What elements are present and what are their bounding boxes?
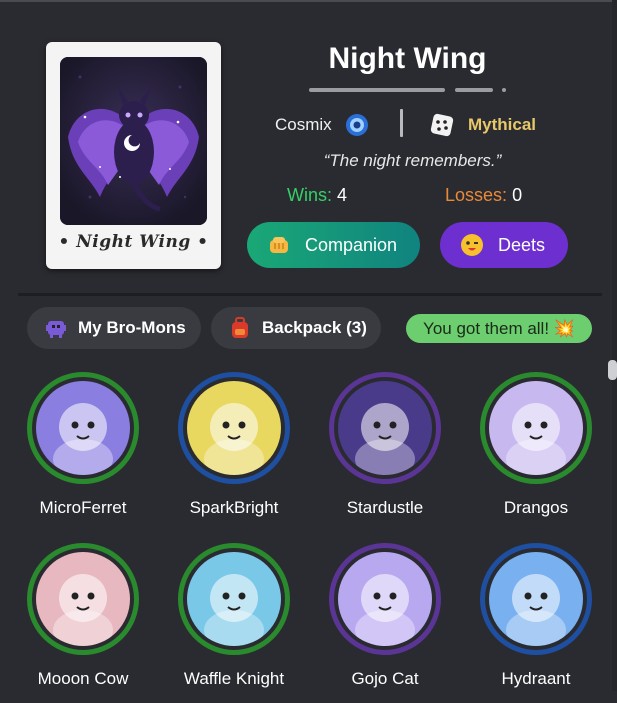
bro-mon-avatar [36, 381, 130, 475]
window-top-border [0, 0, 617, 2]
bro-mon-avatar [36, 552, 130, 646]
bro-mon-name: SparkBright [189, 498, 279, 517]
bro-mon-avatar-ring[interactable] [329, 543, 441, 655]
wins-label: Wins: [287, 185, 332, 205]
bro-mon-name: Waffle Knight [183, 669, 285, 688]
companion-button-label: Companion [305, 234, 398, 255]
bro-mon-name: Drangos [503, 498, 569, 517]
bro-mon-waffle-knight[interactable]: Waffle Knight [164, 543, 314, 703]
fist-icon [267, 233, 291, 257]
bro-mon-avatar-ring[interactable] [480, 372, 592, 484]
creator-gem-icon [344, 112, 370, 138]
section-divider [18, 293, 602, 296]
bro-mon-avatar [338, 552, 432, 646]
bro-mon-gojo-cat[interactable]: Gojo Cat [315, 543, 465, 703]
bro-mon-avatar-ring[interactable] [27, 543, 139, 655]
rarity-label: Mythical [468, 115, 537, 134]
creator-name: Cosmix [275, 115, 332, 134]
backpack-icon [228, 316, 252, 340]
wins-stat: Wins: 4 [287, 185, 347, 206]
bro-mon-avatar-ring[interactable] [178, 372, 290, 484]
monster-quote: “The night remembers.” [323, 151, 502, 170]
meta-divider [400, 109, 403, 137]
bro-mon-stardustle[interactable]: Stardustle [315, 372, 465, 532]
bro-mon-hydraant[interactable]: Hydraant [466, 543, 616, 703]
page-title: Night Wing [328, 42, 487, 75]
tab-backpack[interactable]: Backpack (3) [211, 307, 381, 349]
bro-mon-avatar-ring[interactable] [27, 372, 139, 484]
losses-label: Losses: [445, 185, 508, 205]
bro-mon-avatar-ring[interactable] [480, 543, 592, 655]
companion-button[interactable]: Companion [247, 222, 420, 268]
bro-mon-avatar-ring[interactable] [329, 372, 441, 484]
alien-monster-icon [44, 316, 68, 340]
bro-mon-name: Hydraant [501, 669, 571, 688]
card-name-label: • Night Wing • [58, 232, 209, 252]
deets-button[interactable]: Deets [440, 222, 568, 268]
tab-backpack-label: Backpack (3) [262, 318, 367, 337]
bro-mon-sparkbright[interactable]: SparkBright [164, 372, 314, 532]
bro-mon-avatar [489, 552, 583, 646]
bro-mon-drangos[interactable]: Drangos [466, 372, 616, 532]
collection-complete-badge: You got them all! 💥 [406, 314, 592, 343]
winking-face-icon [460, 233, 484, 257]
monster-card-art [60, 57, 207, 225]
bro-mon-avatar [187, 552, 281, 646]
bro-mon-name: Stardustle [346, 498, 424, 517]
losses-stat: Losses: 0 [445, 185, 522, 206]
tab-my-bro-mons-label: My Bro-Mons [78, 318, 186, 337]
monster-card[interactable]: • Night Wing • [46, 42, 221, 269]
tab-my-bro-mons[interactable]: My Bro-Mons [27, 307, 201, 349]
title-underline [309, 88, 509, 94]
rarity-row: Mythical [430, 110, 536, 140]
losses-value: 0 [512, 185, 523, 205]
bro-mon-name: Gojo Cat [351, 669, 419, 688]
wins-value: 4 [337, 185, 348, 205]
bro-mon-avatar [338, 381, 432, 475]
bro-mon-avatar [489, 381, 583, 475]
bro-mon-avatar [187, 381, 281, 475]
creator-row: Cosmix [275, 110, 370, 140]
bro-mon-name: MicroFerret [39, 498, 127, 517]
bro-mon-mooon-cow[interactable]: Mooon Cow [13, 543, 163, 703]
bro-mon-name: Mooon Cow [37, 669, 129, 688]
deets-button-label: Deets [498, 234, 546, 255]
bro-mon-microferret[interactable]: MicroFerret [13, 372, 163, 532]
bro-mon-avatar-ring[interactable] [178, 543, 290, 655]
dice-icon [430, 113, 454, 137]
